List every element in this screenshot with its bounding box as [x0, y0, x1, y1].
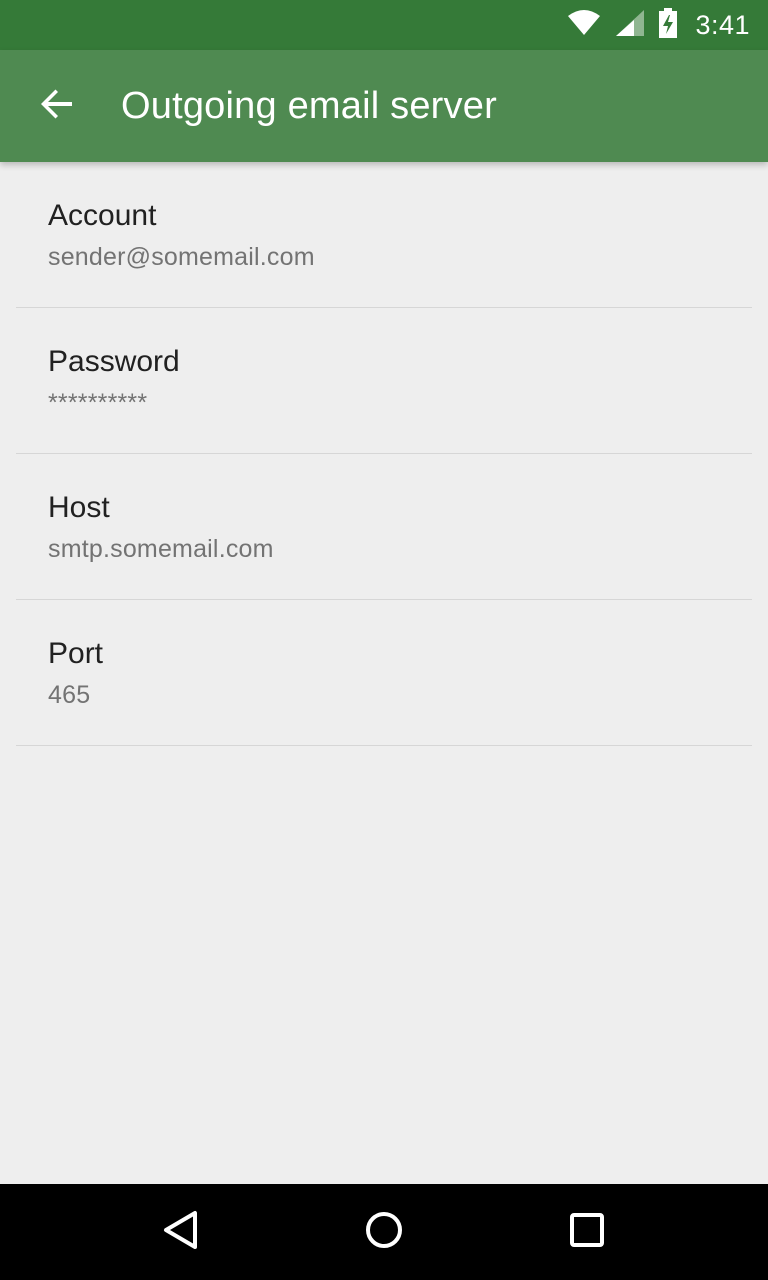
cell-signal-icon [615, 9, 645, 42]
setting-title: Password [48, 345, 180, 378]
status-time: 3:41 [695, 9, 750, 40]
nav-back-button[interactable] [133, 1184, 229, 1280]
settings-list: Account sender@somemail.com Password ***… [0, 162, 768, 746]
system-nav-bar [0, 1184, 768, 1280]
status-bar: 3:41 [0, 0, 768, 50]
setting-password[interactable]: Password ********** [16, 308, 752, 454]
setting-title: Account [48, 199, 157, 232]
setting-account[interactable]: Account sender@somemail.com [16, 162, 752, 308]
status-icons: 3:41 [567, 7, 750, 43]
setting-summary: 465 [48, 681, 91, 709]
nav-recents-button[interactable] [539, 1184, 635, 1280]
back-button[interactable] [27, 76, 87, 136]
back-triangle-icon [161, 1210, 201, 1255]
battery-charging-icon [659, 7, 678, 43]
page-title: Outgoing email server [121, 84, 497, 127]
recents-square-icon [567, 1210, 607, 1255]
setting-title: Port [48, 637, 104, 670]
app-bar: Outgoing email server [0, 50, 768, 162]
setting-title: Host [48, 491, 110, 524]
wifi-icon [567, 9, 601, 41]
nav-home-button[interactable] [336, 1184, 432, 1280]
setting-host[interactable]: Host smtp.somemail.com [16, 454, 752, 600]
setting-summary: smtp.somemail.com [48, 535, 274, 563]
arrow-back-icon [39, 86, 75, 127]
home-circle-icon [364, 1210, 404, 1255]
setting-summary: sender@somemail.com [48, 243, 315, 271]
setting-summary: ********** [48, 389, 148, 417]
setting-port[interactable]: Port 465 [16, 600, 752, 746]
